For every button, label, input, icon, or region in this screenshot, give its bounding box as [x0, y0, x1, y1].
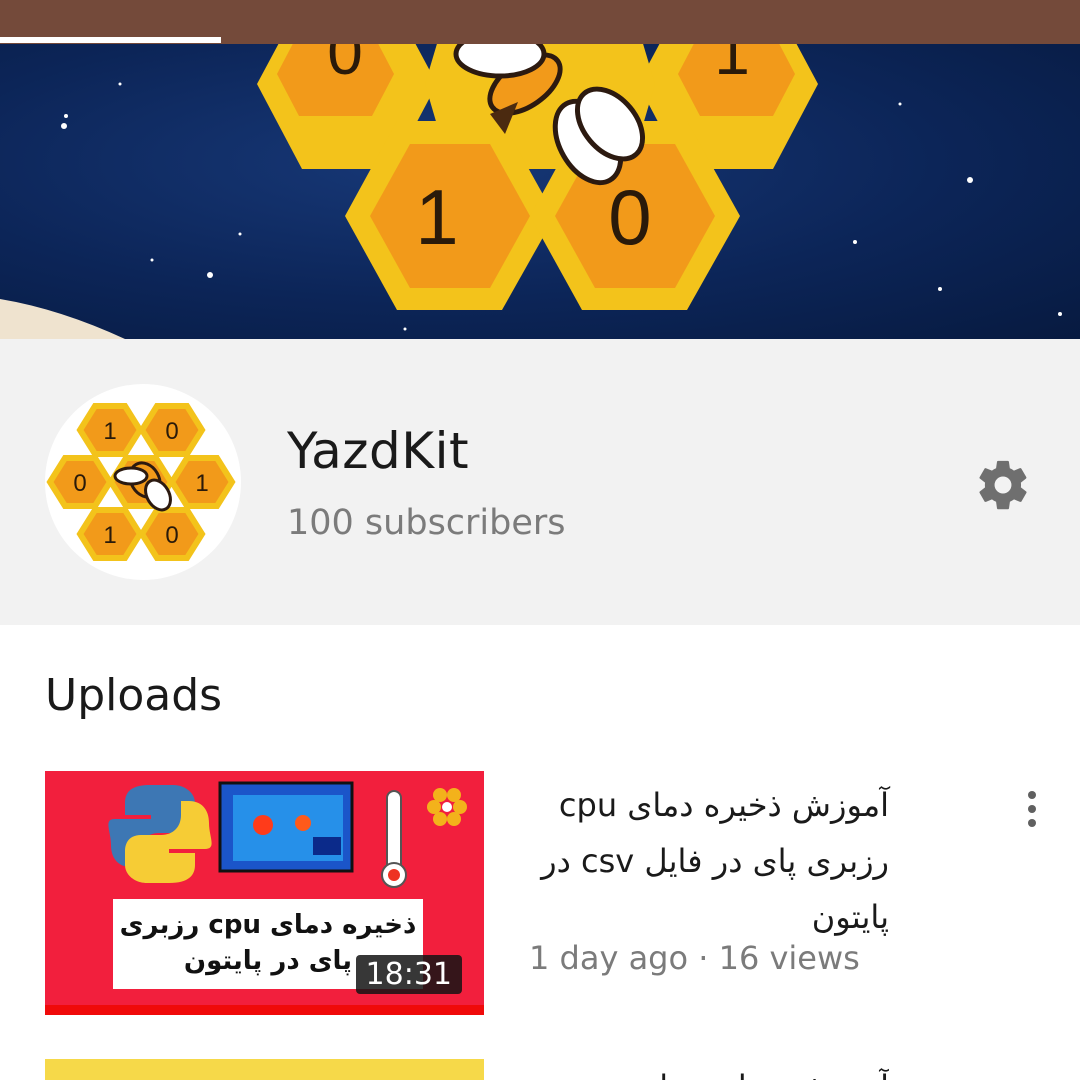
avatar-digit-5: 0	[165, 522, 178, 549]
avatar-digit-4: 1	[103, 522, 116, 549]
subscriber-count: 100 subscribers	[287, 503, 566, 543]
thermometer-icon	[386, 790, 402, 872]
avatar-logo-icon: 1 0 0 1 1 0	[46, 403, 236, 561]
avatar-digit-2: 0	[73, 470, 86, 497]
banner-digit-2: 1	[415, 173, 458, 261]
moon-surface	[0, 299, 125, 339]
video-title[interactable]: آموزش ذخیره دمای cpu رزبری پای در فایل c…	[529, 777, 889, 945]
channel-banner: 0 1 1 0	[0, 44, 1080, 339]
video-thumbnail[interactable]	[45, 1059, 484, 1080]
video-duration: 18:31	[355, 955, 462, 994]
avatar-digit-3: 1	[195, 470, 208, 497]
banner-digit-3: 0	[608, 173, 651, 261]
video-item[interactable]: ذخیره دمای cpu رزبری پای در پایتون 18:31…	[45, 771, 1036, 1015]
banner-digit-0: 0	[327, 44, 363, 88]
thumbnail-bottom-bar	[45, 1005, 484, 1015]
video-thumbnail[interactable]: ذخیره دمای cpu رزبری پای در پایتون 18:31	[45, 771, 484, 1015]
video-meta: 1 day ago · 16 views	[529, 939, 860, 977]
channel-avatar[interactable]: 1 0 0 1 1 0	[45, 384, 241, 580]
gear-icon[interactable]	[974, 456, 1032, 514]
uploads-heading: Uploads	[45, 670, 223, 721]
video-item[interactable]: آموزش تنظیم ساعت سیستم	[45, 1059, 1035, 1080]
channel-name: YazdKit	[287, 422, 470, 480]
avatar-digit-1: 0	[165, 418, 178, 445]
avatar-digit-0: 1	[103, 418, 116, 445]
yazdkit-mini-logo	[427, 788, 467, 826]
banner-digit-1: 1	[714, 44, 750, 88]
top-app-bar	[0, 0, 1080, 44]
kebab-menu-icon[interactable]	[1017, 791, 1047, 835]
tab-indicator	[0, 37, 221, 43]
banner-art: 0 1 1 0	[0, 44, 1062, 339]
video-title[interactable]: آموزش تنظیم ساعت سیستم	[529, 1059, 889, 1080]
